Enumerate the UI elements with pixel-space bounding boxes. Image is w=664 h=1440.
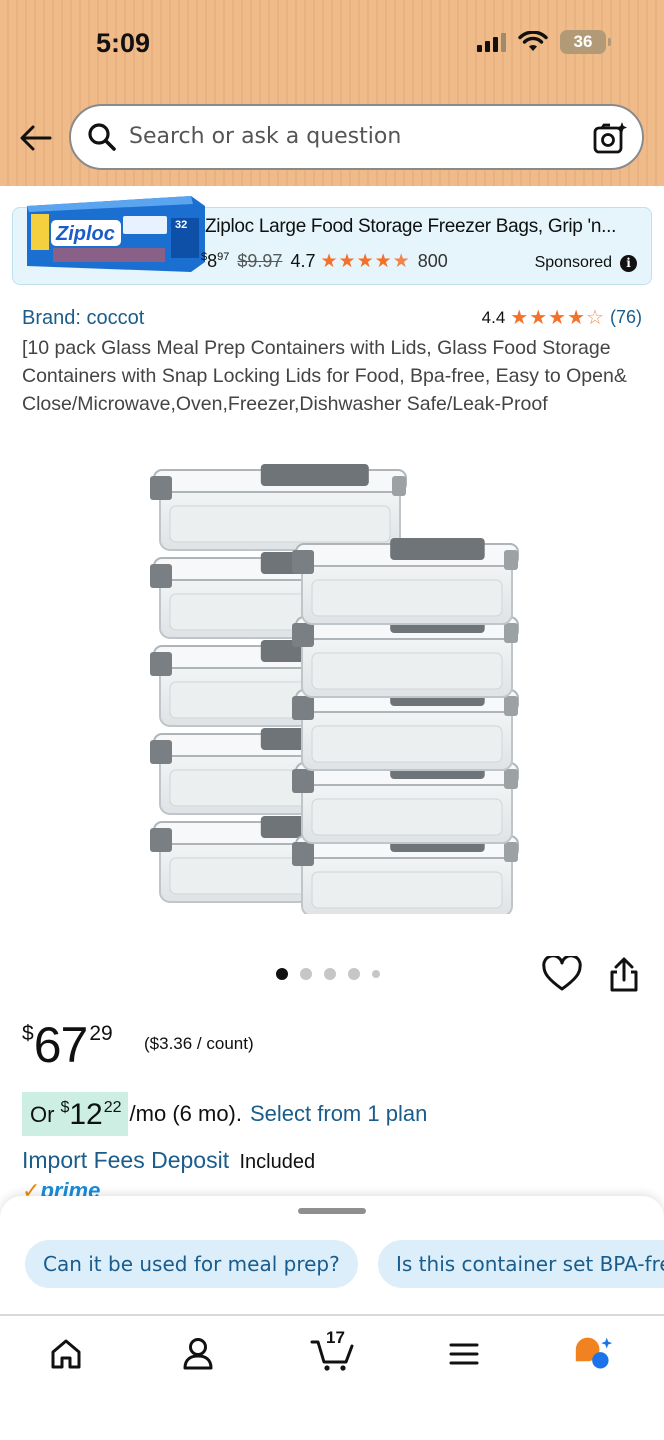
installment-prefix: Or <box>30 1102 55 1127</box>
search-bar[interactable] <box>69 104 644 170</box>
ad-review-count: 800 <box>417 251 448 271</box>
signal-icon <box>477 32 506 52</box>
glass-container <box>150 464 407 551</box>
import-fees-value: Included <box>239 1151 316 1173</box>
search-icon <box>88 123 116 151</box>
ad-rating: 4.7 <box>290 251 316 271</box>
prime-label: prime <box>40 1178 101 1196</box>
sponsored-text: Sponsored <box>534 254 612 271</box>
star-icon: ★ <box>548 306 567 329</box>
star-icon: ★ <box>510 306 529 329</box>
cart-count-badge: 17 <box>326 1328 345 1347</box>
carousel-dot[interactable] <box>348 968 360 980</box>
camera-search-icon[interactable] <box>592 120 628 156</box>
ad-list-price: $9.97 <box>237 251 283 271</box>
price-currency: $ <box>22 1022 34 1045</box>
ad-rating-stars: ★ ★ ★ ★ ★ <box>320 252 409 271</box>
installment-currency: $ <box>60 1099 70 1116</box>
search-input[interactable] <box>129 124 579 149</box>
ask-suggestions-sheet[interactable]: Can it be used for meal prep? Is this co… <box>0 1196 664 1314</box>
menu-icon <box>449 1343 479 1365</box>
unit-price: ($3.36 / count) <box>144 1034 254 1053</box>
share-icon <box>610 957 638 992</box>
star-icon: ★ <box>356 251 374 272</box>
select-plan-link[interactable]: Select from 1 plan <box>250 1101 427 1127</box>
image-carousel-dots[interactable] <box>276 968 380 980</box>
wifi-icon <box>518 31 548 51</box>
right-container-stack <box>292 538 519 914</box>
product-review-count[interactable]: (76) <box>610 307 642 328</box>
star-icon: ★ <box>529 306 548 329</box>
carousel-dot[interactable] <box>324 968 336 980</box>
price-fraction: 29 <box>89 1022 113 1045</box>
installment-plan: Or $ 12 22 /mo (6 mo). Select from 1 pla… <box>22 1092 427 1136</box>
suggestion-chip[interactable]: Can it be used for meal prep? <box>25 1240 358 1288</box>
product-title: [10 pack Glass Meal Prep Containers with… <box>22 337 627 415</box>
status-icons: 36 <box>477 30 611 54</box>
ziploc-box-image: Ziploc 32 <box>27 196 205 272</box>
import-fees-link[interactable]: Import Fees Deposit <box>22 1147 229 1173</box>
sponsored-label[interactable]: Sponsored i <box>535 254 637 272</box>
status-time: 5:09 <box>96 28 151 58</box>
price-whole: 67 <box>33 1017 89 1073</box>
installment-term: /mo (6 mo). <box>129 1101 242 1126</box>
battery-indicator: 36 <box>560 30 611 54</box>
brand-link[interactable]: Brand: coccot <box>22 307 144 330</box>
back-button[interactable] <box>16 120 56 156</box>
ad-price-whole: 8 <box>207 251 218 271</box>
prime-badge: ✓prime <box>22 1178 100 1196</box>
wishlist-button[interactable] <box>542 954 582 997</box>
user-icon <box>183 1338 213 1370</box>
installment-whole: 12 <box>69 1098 103 1131</box>
tab-home[interactable] <box>46 1334 86 1374</box>
home-icon <box>51 1339 81 1369</box>
sheet-drag-handle[interactable] <box>298 1208 366 1214</box>
tab-account[interactable] <box>178 1334 218 1374</box>
carousel-dot-active[interactable] <box>276 968 288 980</box>
star-icon: ★ <box>567 306 586 329</box>
product-price: $ 67 29 <box>22 1018 113 1072</box>
bottom-tab-bar: 17 <box>0 1314 664 1440</box>
svg-text:Ziploc: Ziploc <box>55 223 115 245</box>
carousel-dot[interactable] <box>300 968 312 980</box>
ad-price-currency: $ <box>201 250 208 263</box>
back-arrow-icon <box>20 125 52 151</box>
suggestion-chip[interactable]: Is this container set BPA-free? <box>378 1240 664 1288</box>
product-rating[interactable]: 4.4 ★ ★ ★ ★ ☆ (76) <box>482 307 642 328</box>
product-rating-stars: ★ ★ ★ ★ ☆ <box>510 308 604 328</box>
heart-icon <box>542 954 582 991</box>
half-star-icon: ★ <box>392 251 410 272</box>
tab-rufus-assistant[interactable] <box>574 1334 614 1374</box>
half-star-icon: ☆ <box>586 306 604 329</box>
import-fees: Import Fees Deposit Included <box>22 1147 315 1174</box>
svg-text:32: 32 <box>175 219 187 231</box>
tab-menu[interactable] <box>444 1334 484 1374</box>
sponsored-product-ad[interactable]: Ziploc 32 Ziploc Large Food Storage Free… <box>12 196 652 285</box>
product-rating-value: 4.4 <box>481 307 506 327</box>
info-icon[interactable]: i <box>620 254 637 272</box>
star-icon: ★ <box>320 251 338 272</box>
installment-fraction: 22 <box>103 1099 122 1116</box>
rufus-assistant-icon <box>575 1337 613 1369</box>
carousel-dot[interactable] <box>372 970 380 978</box>
glass-container <box>292 538 519 625</box>
star-icon: ★ <box>338 251 356 272</box>
installment-highlight: Or $ 12 22 <box>22 1092 128 1136</box>
product-image[interactable] <box>138 452 524 914</box>
share-button[interactable] <box>606 956 642 999</box>
ad-price-rating: $ 8 97 $9.97 4.7 ★ ★ ★ ★ ★ 800 <box>201 251 448 272</box>
star-icon: ★ <box>374 251 392 272</box>
ad-title[interactable]: Ziploc Large Food Storage Freezer Bags, … <box>205 216 635 238</box>
ad-price-fraction: 97 <box>217 250 230 263</box>
app-header: 5:09 36 <box>0 0 664 186</box>
